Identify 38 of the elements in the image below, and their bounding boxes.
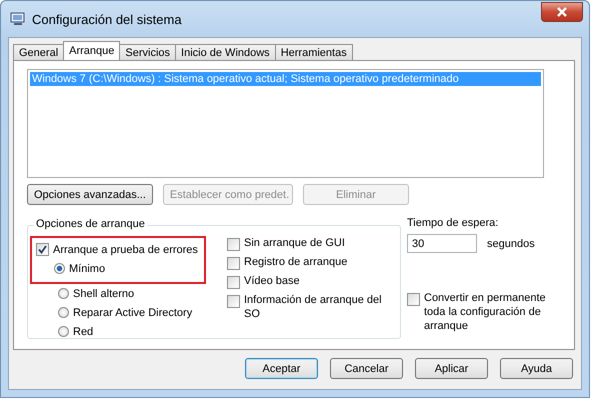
checkbox[interactable] — [227, 238, 240, 251]
radio-button[interactable] — [58, 326, 69, 337]
radio-button[interactable] — [54, 263, 65, 274]
checkbox[interactable] — [227, 257, 240, 270]
tab[interactable]: Herramientas — [274, 44, 353, 60]
button[interactable]: Ayuda — [500, 358, 573, 379]
checkbox-label: Sin arranque de GUI — [244, 236, 346, 250]
tab[interactable]: Arranque — [63, 41, 120, 60]
checkbox[interactable] — [407, 293, 420, 306]
group-title: Opciones de arranque — [34, 218, 147, 230]
radio-label: Shell alterno — [73, 288, 134, 300]
tab[interactable]: Inicio de Windows — [175, 44, 276, 60]
close-icon — [556, 7, 568, 17]
close-button[interactable] — [541, 2, 583, 22]
radio-label: Reparar Active Directory — [73, 306, 192, 318]
button[interactable]: Opciones avanzadas... — [27, 184, 153, 205]
checkbox-label: Arranque a prueba de errores — [53, 244, 198, 256]
button[interactable]: Aceptar — [245, 358, 318, 379]
radio-label: Red — [73, 326, 94, 338]
checkbox-label: Convertir en permanente toda la configuración de arranque — [424, 291, 547, 333]
window-title: Configuración del sistema — [32, 12, 183, 26]
button[interactable]: Aplicar — [415, 358, 488, 379]
checkbox[interactable] — [227, 276, 240, 289]
radio-button[interactable] — [58, 288, 69, 299]
checkbox[interactable] — [227, 295, 240, 308]
checkbox-label: Vídeo base — [244, 274, 301, 288]
checkbox-label: Registro de arranque — [244, 255, 348, 269]
monitor-icon — [10, 11, 26, 27]
tab[interactable]: General — [13, 44, 64, 60]
radio-button[interactable] — [58, 307, 69, 318]
unit-label: segundos — [487, 238, 535, 250]
tab[interactable]: Servicios — [119, 44, 176, 60]
checkbox-label: Información de arranque del SO — [244, 293, 383, 321]
radio-label: Mínimo — [69, 262, 106, 274]
button[interactable]: Cancelar — [330, 358, 403, 379]
timeout-field[interactable]: 30 — [407, 234, 477, 253]
timeout-label: Tiempo de espera: — [407, 217, 500, 229]
checkbox[interactable] — [36, 243, 49, 256]
